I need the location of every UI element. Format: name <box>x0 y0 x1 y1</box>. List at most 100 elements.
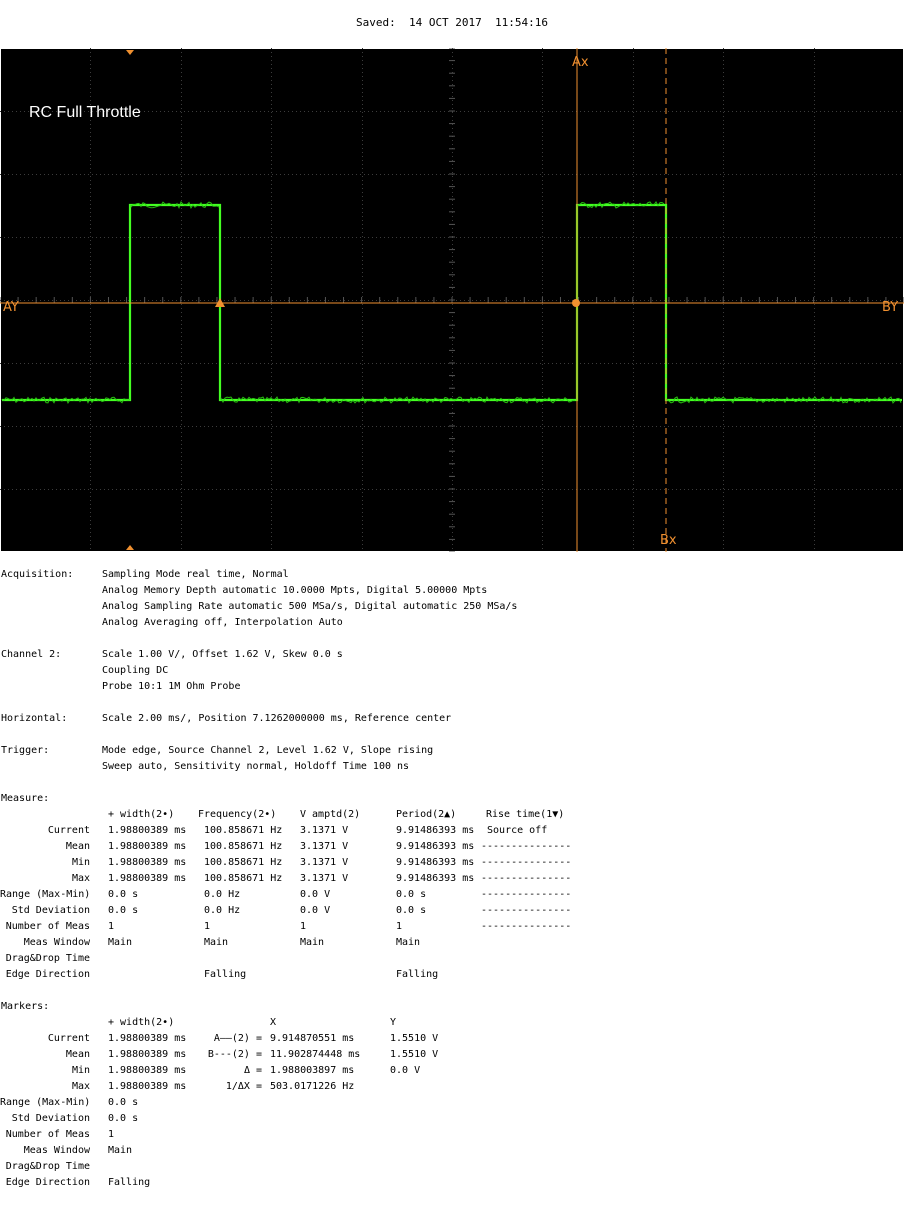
measure-cell: 9.91486393 ms <box>396 873 475 884</box>
markers-x-label: 1/ΔX = <box>225 1081 262 1092</box>
measure-header: + width(2•) <box>108 809 175 820</box>
markers-width-value: 1 <box>108 1129 115 1140</box>
measure-cell: Main <box>300 937 325 948</box>
saved-timestamp: Saved: 14 OCT 2017 11:54:16 <box>355 16 549 29</box>
measure-cell: 0.0 s <box>108 889 139 900</box>
measure-cell: --------------- <box>481 857 572 868</box>
measure-cell: 1.98800389 ms <box>108 825 187 836</box>
channel-2-line: Coupling DC <box>102 665 169 676</box>
markers-header-y: Y <box>390 1017 397 1028</box>
measure-header: V amptd(2) <box>300 809 361 820</box>
trigger-line: Mode edge, Source Channel 2, Level 1.62 … <box>102 745 434 756</box>
measure-cell: Falling <box>204 969 247 980</box>
markers-width-value: Main <box>108 1145 133 1156</box>
markers-x-label: Δ = <box>243 1065 262 1076</box>
measure-cell: 0.0 s <box>396 889 427 900</box>
measure-cell: 0.0 Hz <box>204 889 241 900</box>
measure-cell: 100.858671 Hz <box>204 825 283 836</box>
measure-cell: 1.98800389 ms <box>108 841 187 852</box>
screen-annotation: RC Full Throttle <box>29 104 141 121</box>
markers-row-label: Max <box>71 1081 90 1092</box>
markers-width-value: 0.0 s <box>108 1097 139 1108</box>
markers-label: Markers: <box>1 1001 50 1012</box>
markers-x-label: A——(2) = <box>213 1033 262 1044</box>
cursor-bx-label: Bx <box>660 533 677 548</box>
markers-header-width: + width(2•) <box>108 1017 175 1028</box>
oscilloscope-screen: Ax Bx AY BY RC Full Throttle <box>0 48 904 552</box>
channel-2-line: Scale 1.00 V/, Offset 1.62 V, Skew 0.0 s <box>102 649 343 660</box>
horizontal-line: Scale 2.00 ms/, Position 7.1262000000 ms… <box>102 713 452 724</box>
markers-width-value: 1.98800389 ms <box>108 1065 187 1076</box>
markers-row-label: Range (Max-Min) <box>0 1097 91 1108</box>
markers-y-value: 1.5510 V <box>390 1049 439 1060</box>
markers-row-label: Number of Meas <box>5 1129 90 1140</box>
measure-cell: 9.91486393 ms <box>396 857 475 868</box>
measure-cell: 100.858671 Hz <box>204 841 283 852</box>
channel-2-line: Probe 10:1 1M Ohm Probe <box>102 681 241 692</box>
acquisition-line: Analog Memory Depth automatic 10.0000 Mp… <box>102 585 488 596</box>
measure-cell: 3.1371 V <box>300 825 349 836</box>
measure-cell: 1.98800389 ms <box>108 857 187 868</box>
measure-cell: --------------- <box>481 905 572 916</box>
markers-x-label: B---(2) = <box>207 1049 262 1060</box>
markers-row-label: Edge Direction <box>5 1177 90 1188</box>
measure-row-label: Std Deviation <box>11 905 90 916</box>
cursor-intersection-marker <box>572 299 580 307</box>
measure-header: Frequency(2•) <box>198 809 277 820</box>
markers-x-value: 11.902874448 ms <box>270 1049 361 1060</box>
measure-cell: 1 <box>204 921 211 932</box>
channel-2-label: Channel 2: <box>1 649 62 660</box>
measure-cell: 0.0 Hz <box>204 905 241 916</box>
measure-cell: 3.1371 V <box>300 841 349 852</box>
measure-cell: Main <box>204 937 229 948</box>
measure-cell: --------------- <box>481 841 572 852</box>
measure-cell: Falling <box>396 969 439 980</box>
measure-cell: 100.858671 Hz <box>204 857 283 868</box>
measure-row-label: Edge Direction <box>5 969 90 980</box>
cursor-ay-label: AY <box>3 300 19 315</box>
measure-cell: 9.91486393 ms <box>396 841 475 852</box>
trigger-line: Sweep auto, Sensitivity normal, Holdoff … <box>102 761 410 772</box>
markers-x-value: 1.988003897 ms <box>270 1065 355 1076</box>
acquisition-line: Sampling Mode real time, Normal <box>102 569 289 580</box>
measure-row-label: Mean <box>65 841 90 852</box>
cursor-ax-label: Ax <box>572 55 589 70</box>
cursor-by-label: BY <box>882 300 898 315</box>
measure-row-label: Number of Meas <box>5 921 90 932</box>
measure-cell: 0.0 s <box>396 905 427 916</box>
measure-cell: 1.98800389 ms <box>108 873 187 884</box>
markers-width-value: 1.98800389 ms <box>108 1033 187 1044</box>
measure-row-label: Range (Max-Min) <box>0 889 91 900</box>
acquisition-line: Analog Sampling Rate automatic 500 MSa/s… <box>102 601 518 612</box>
markers-y-value: 0.0 V <box>390 1065 421 1076</box>
measure-cell: --------------- <box>481 873 572 884</box>
measure-cell: Source off <box>481 825 548 836</box>
acquisition-line: Analog Averaging off, Interpolation Auto <box>102 617 343 628</box>
markers-width-value: Falling <box>108 1177 151 1188</box>
horizontal-label: Horizontal: <box>1 713 68 724</box>
markers-y-value: 1.5510 V <box>390 1033 439 1044</box>
measure-cell: 3.1371 V <box>300 857 349 868</box>
measure-cell: 100.858671 Hz <box>204 873 283 884</box>
measure-cell: 0.0 s <box>108 905 139 916</box>
measure-cell: Main <box>108 937 133 948</box>
trigger-label: Trigger: <box>1 745 50 756</box>
measure-cell: 1 <box>108 921 115 932</box>
measure-row-label: Drag&Drop Time <box>5 953 90 964</box>
markers-x-value: 503.0171226 Hz <box>270 1081 355 1092</box>
measure-cell: Main <box>396 937 421 948</box>
markers-row-label: Std Deviation <box>11 1113 90 1124</box>
measure-row-label: Meas Window <box>23 937 90 948</box>
markers-width-value: 0.0 s <box>108 1113 139 1124</box>
measure-cell: 0.0 V <box>300 905 331 916</box>
markers-row-label: Current <box>47 1033 90 1044</box>
measure-cell: 9.91486393 ms <box>396 825 475 836</box>
measure-cell: --------------- <box>481 889 572 900</box>
markers-width-value: 1.98800389 ms <box>108 1049 187 1060</box>
measure-cell: 3.1371 V <box>300 873 349 884</box>
markers-header-x: X <box>270 1017 277 1028</box>
measure-header: Rise time(1▼) <box>486 809 565 820</box>
markers-row-label: Drag&Drop Time <box>5 1161 90 1172</box>
measure-row-label: Max <box>71 873 90 884</box>
markers-x-value: 9.914870551 ms <box>270 1033 355 1044</box>
